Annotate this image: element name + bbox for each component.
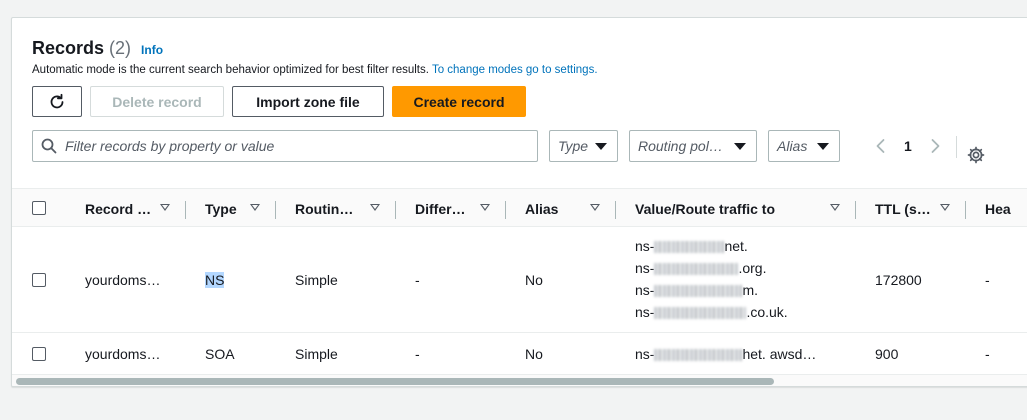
- column-header-ttl[interactable]: TTL (s…: [875, 189, 931, 228]
- value-line: ns-net.: [635, 238, 748, 254]
- current-page[interactable]: 1: [904, 138, 912, 154]
- column-divider[interactable]: [395, 201, 396, 219]
- horizontal-scrollbar[interactable]: [12, 375, 1027, 386]
- health-check-cell: -: [985, 272, 990, 288]
- column-header-health-check[interactable]: Hea: [985, 189, 1011, 228]
- record-count: (2): [109, 38, 132, 58]
- type-cell: NS: [205, 272, 225, 288]
- value-cell: ns-het. awsd…: [635, 346, 817, 362]
- health-check-cell: -: [985, 346, 990, 362]
- search-placeholder: Filter records by property or value: [65, 138, 275, 154]
- column-divider[interactable]: [965, 201, 966, 219]
- record-name-cell: yourdoms…: [85, 272, 161, 288]
- table-header: Record … Type Routin… Differ… Alias Valu…: [12, 188, 1027, 227]
- sort-icon[interactable]: [250, 204, 260, 211]
- alias-cell: No: [525, 346, 543, 362]
- sort-icon[interactable]: [830, 204, 840, 211]
- column-divider[interactable]: [855, 201, 856, 219]
- type-filter-label: Type: [558, 138, 589, 154]
- column-header-routing-policy[interactable]: Routin…: [295, 189, 353, 228]
- column-divider[interactable]: [505, 201, 506, 219]
- routing-filter-label: Routing pol…: [638, 138, 723, 154]
- refresh-button[interactable]: [32, 86, 82, 117]
- caret-down-icon: [595, 142, 607, 150]
- description-text: Automatic mode is the current search beh…: [32, 64, 429, 76]
- differentiator-cell: -: [415, 272, 420, 288]
- type-cell: SOA: [205, 346, 235, 362]
- value-line: ns- .co.uk.: [635, 304, 788, 320]
- value-cell: ns-net. ns- .org. ns-m. ns- .co.uk.: [635, 235, 788, 323]
- table-row[interactable]: yourdoms… SOA Simple - No ns-het. awsd… …: [12, 333, 1027, 375]
- sort-icon[interactable]: [480, 204, 490, 211]
- records-panel: Records (2) Info Automatic mode is the c…: [11, 17, 1027, 387]
- alias-cell: No: [525, 272, 543, 288]
- sort-icon[interactable]: [370, 204, 380, 211]
- table-row[interactable]: yourdoms… NS Simple - No ns-net. ns- .org…: [12, 227, 1027, 333]
- caret-down-icon: [817, 142, 829, 150]
- gear-icon[interactable]: [967, 146, 985, 164]
- column-divider[interactable]: [185, 201, 186, 219]
- type-value: NS: [205, 272, 225, 288]
- column-header-alias[interactable]: Alias: [525, 189, 558, 228]
- info-link[interactable]: Info: [141, 43, 163, 57]
- sort-icon[interactable]: [590, 204, 600, 211]
- routing-cell: Simple: [295, 272, 338, 288]
- alias-filter-label: Alias: [777, 138, 808, 154]
- column-header-value[interactable]: Value/Route traffic to: [635, 189, 775, 228]
- delete-record-button[interactable]: Delete record: [90, 86, 224, 117]
- column-divider[interactable]: [275, 201, 276, 219]
- row-checkbox[interactable]: [32, 273, 46, 287]
- sort-icon[interactable]: [940, 204, 950, 211]
- page-title: Records: [32, 38, 105, 58]
- select-all-checkbox[interactable]: [32, 201, 46, 215]
- refresh-icon: [48, 93, 66, 111]
- filter-search-input[interactable]: Filter records by property or value: [32, 130, 538, 162]
- pager-divider: [956, 136, 957, 158]
- ttl-cell: 172800: [875, 272, 922, 288]
- routing-policy-filter-select[interactable]: Routing pol…: [629, 130, 757, 162]
- next-page-icon[interactable]: [928, 138, 942, 154]
- column-header-record-name[interactable]: Record …: [85, 189, 151, 228]
- previous-page-icon[interactable]: [874, 138, 888, 154]
- pagination: 1: [874, 130, 942, 162]
- row-checkbox[interactable]: [32, 347, 46, 361]
- value-line: ns- .org.: [635, 260, 767, 276]
- scrollbar-thumb[interactable]: [16, 378, 774, 385]
- column-header-type[interactable]: Type: [205, 189, 237, 228]
- search-mode-description: Automatic mode is the current search beh…: [32, 64, 598, 76]
- alias-filter-select[interactable]: Alias: [768, 130, 840, 162]
- record-name-cell: yourdoms…: [85, 346, 161, 362]
- header: Records (2) Info: [32, 38, 163, 59]
- value-line: ns-m.: [635, 282, 759, 298]
- create-record-button[interactable]: Create record: [392, 86, 526, 117]
- import-zone-file-button[interactable]: Import zone file: [232, 86, 384, 117]
- differentiator-cell: -: [415, 346, 420, 362]
- sort-icon[interactable]: [160, 204, 170, 211]
- column-divider[interactable]: [615, 201, 616, 219]
- search-icon: [41, 138, 57, 154]
- ttl-cell: 900: [875, 346, 899, 362]
- routing-cell: Simple: [295, 346, 338, 362]
- settings-link[interactable]: To change modes go to settings.: [432, 64, 598, 76]
- type-filter-select[interactable]: Type: [549, 130, 618, 162]
- column-header-differentiator[interactable]: Differ…: [415, 189, 466, 228]
- caret-down-icon: [734, 142, 746, 150]
